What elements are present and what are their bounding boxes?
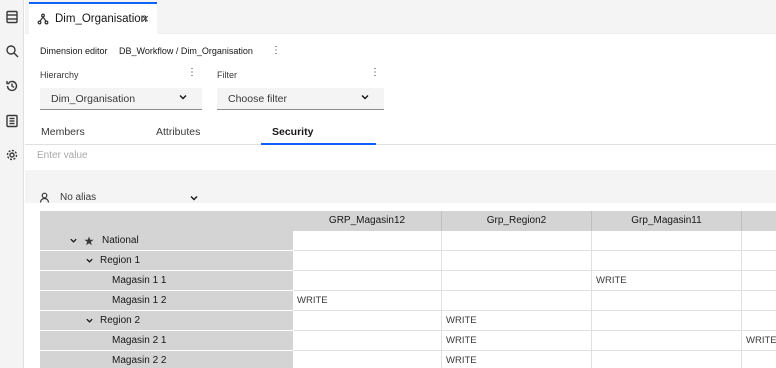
- security-cell[interactable]: [592, 311, 742, 331]
- tab-attributes[interactable]: Attributes: [156, 126, 200, 138]
- security-cell[interactable]: WRITE: [442, 351, 592, 368]
- grid-corner: [40, 211, 293, 231]
- member-label: Region 2: [100, 315, 141, 326]
- security-cell[interactable]: [442, 271, 592, 291]
- search-icon[interactable]: [3, 42, 20, 59]
- security-cell[interactable]: [442, 231, 592, 251]
- security-cell[interactable]: [592, 291, 742, 311]
- chevron-down-icon: [360, 92, 370, 102]
- security-cell[interactable]: WRITE: [442, 311, 592, 331]
- alias-value: No alias: [60, 192, 97, 203]
- security-cell[interactable]: [442, 251, 592, 271]
- editor-overflow-menu-icon[interactable]: ⋮: [271, 46, 281, 56]
- security-cell[interactable]: [592, 251, 742, 271]
- chevron-down-icon[interactable]: [84, 256, 94, 266]
- security-cell[interactable]: [293, 251, 442, 271]
- hierarchy-menu-icon[interactable]: ⋮: [187, 68, 197, 78]
- alias-select[interactable]: No alias: [39, 192, 198, 203]
- tab-members[interactable]: Members: [41, 126, 85, 138]
- security-cell[interactable]: WRITE: [742, 331, 776, 351]
- column-header[interactable]: Grp_Magasin11: [592, 211, 742, 231]
- row-header[interactable]: Region 1: [40, 251, 293, 271]
- tab-divider: [25, 144, 776, 145]
- security-cell[interactable]: [293, 311, 442, 331]
- hierarchy-value: Dim_Organisation: [51, 93, 136, 105]
- editor-label: Dimension editor: [40, 46, 108, 56]
- member-label: Magasin 2 1: [112, 335, 167, 346]
- filter-value: Choose filter: [228, 93, 287, 105]
- filter-menu-icon[interactable]: ⋮: [370, 68, 380, 78]
- chevron-down-icon[interactable]: [68, 236, 78, 246]
- close-icon[interactable]: ×: [141, 11, 149, 26]
- settings-icon[interactable]: [3, 146, 20, 163]
- security-cell[interactable]: [293, 231, 442, 251]
- chevron-down-icon: [178, 92, 188, 102]
- security-cell[interactable]: WRITE: [293, 291, 442, 311]
- list-icon[interactable]: [3, 112, 20, 129]
- member-label: Magasin 2 2: [112, 355, 167, 366]
- hierarchy-icon: [37, 13, 49, 25]
- active-tab-indicator: [261, 143, 376, 145]
- history-icon[interactable]: [3, 77, 20, 94]
- security-cell[interactable]: [592, 331, 742, 351]
- toolbar-band: [25, 170, 776, 203]
- security-cell[interactable]: [293, 351, 442, 368]
- security-cell[interactable]: [742, 271, 776, 291]
- hierarchy-label: Hierarchy: [40, 70, 79, 80]
- chevron-down-icon[interactable]: [84, 316, 94, 326]
- security-cell[interactable]: WRITE: [442, 331, 592, 351]
- chevron-down-icon: [189, 193, 199, 203]
- tab-dim-organisation[interactable]: Dim_Organisation ×: [29, 2, 157, 34]
- member-label: Magasin 1 2: [112, 295, 167, 306]
- member-label: Region 1: [100, 255, 141, 266]
- member-label: National: [102, 235, 139, 246]
- column-header[interactable]: Grp_Region2: [442, 211, 592, 231]
- row-header[interactable]: Magasin 1 1: [40, 271, 293, 291]
- row-header[interactable]: Magasin 2 2: [40, 351, 293, 368]
- filter-select[interactable]: Choose filter: [217, 88, 384, 110]
- security-cell[interactable]: [742, 351, 776, 368]
- security-cell[interactable]: [293, 331, 442, 351]
- user-icon: [39, 192, 50, 203]
- member-label: Magasin 1 1: [112, 275, 167, 286]
- hierarchy-select[interactable]: Dim_Organisation: [40, 88, 202, 110]
- tab-title: Dim_Organisation: [55, 13, 148, 25]
- security-cell[interactable]: [742, 251, 776, 271]
- security-cell[interactable]: [293, 271, 442, 291]
- column-header[interactable]: GRP_Magasin12: [293, 211, 442, 231]
- editor-path: DB_Workflow / Dim_Organisation: [119, 46, 253, 56]
- editor-tabs: Members Attributes Security: [25, 122, 776, 145]
- security-cell[interactable]: [442, 291, 592, 311]
- security-cell[interactable]: [742, 291, 776, 311]
- security-cell[interactable]: [592, 231, 742, 251]
- row-header[interactable]: Region 2: [40, 311, 293, 331]
- member-search-input[interactable]: Enter value: [37, 150, 88, 161]
- security-cell[interactable]: [742, 231, 776, 251]
- star-icon: [84, 236, 94, 246]
- document-tab-strip: Dim_Organisation ×: [25, 0, 776, 34]
- column-header[interactable]: [742, 211, 776, 231]
- row-header[interactable]: Magasin 1 2: [40, 291, 293, 311]
- row-header[interactable]: Magasin 2 1: [40, 331, 293, 351]
- tab-security[interactable]: Security: [272, 126, 313, 138]
- filter-label: Filter: [217, 70, 237, 80]
- database-icon[interactable]: [3, 8, 20, 25]
- left-rail: [0, 0, 24, 368]
- security-cell[interactable]: [592, 351, 742, 368]
- security-cell[interactable]: [742, 311, 776, 331]
- security-cell[interactable]: WRITE: [592, 271, 742, 291]
- row-header[interactable]: National: [40, 231, 293, 251]
